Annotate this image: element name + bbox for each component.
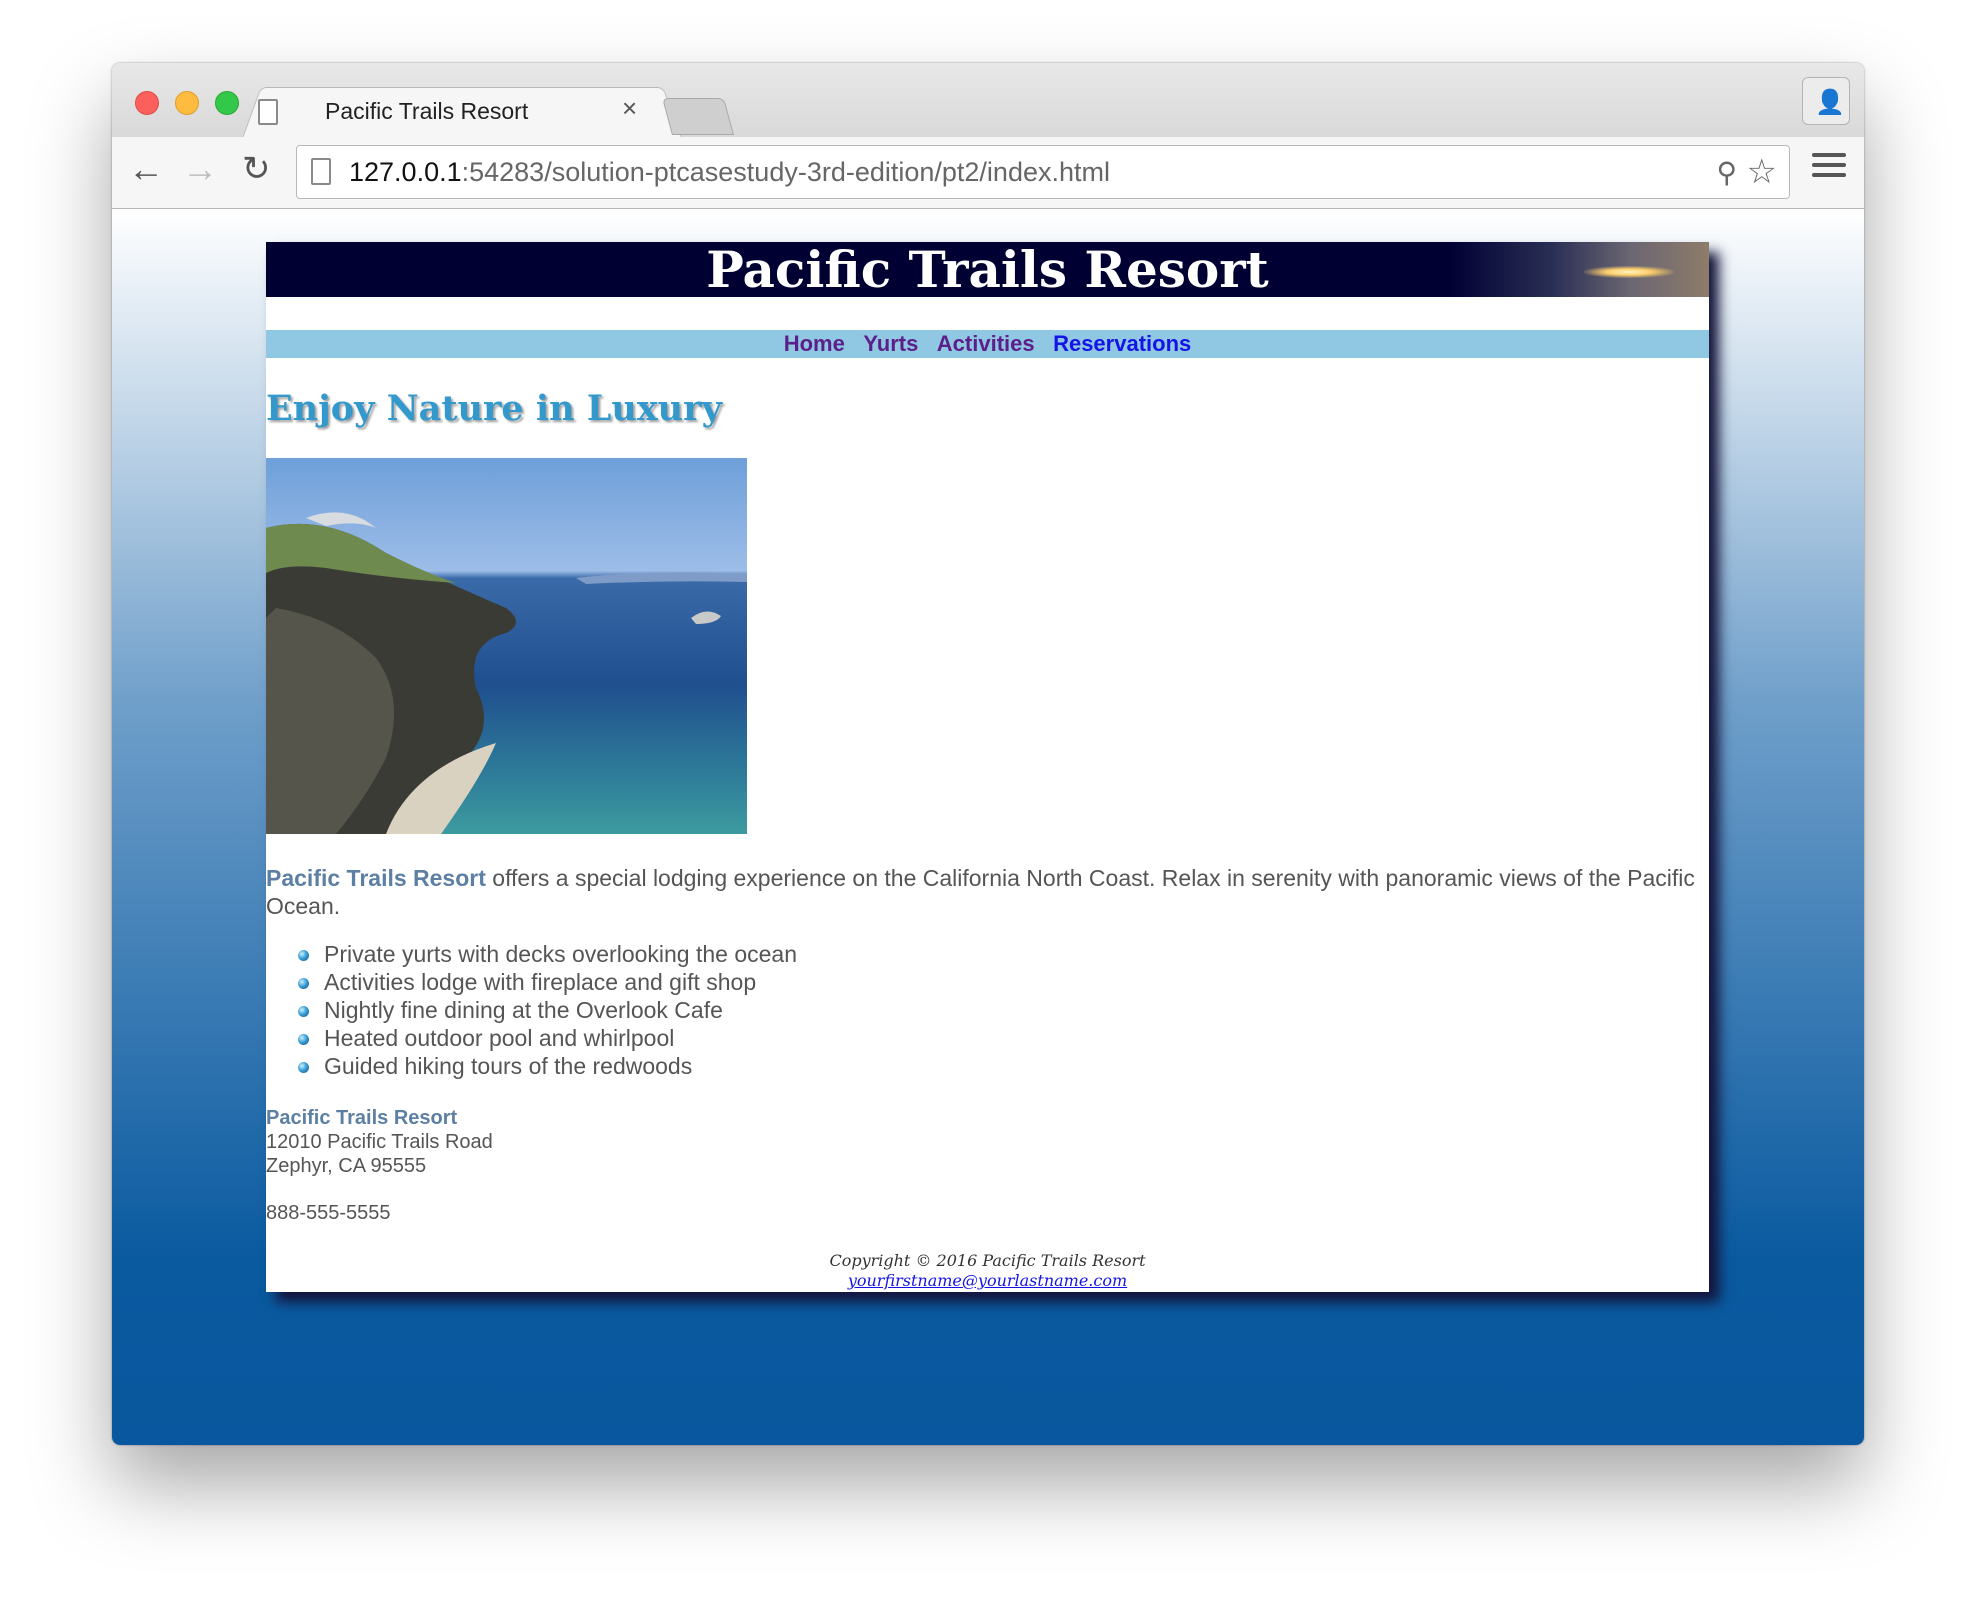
copyright-text: Copyright © 2016 Pacific Trails Resort: [829, 1251, 1146, 1270]
list-item: Guided hiking tours of the redwoods: [298, 1052, 1709, 1080]
coast-photo: [266, 458, 747, 834]
bookmark-star-icon[interactable]: ☆: [1747, 152, 1777, 192]
page-viewport: Pacific Trails Resort Home Yurts Activit…: [112, 209, 1864, 1445]
email-link[interactable]: yourfirstname@yourlastname.com: [848, 1271, 1127, 1290]
intro-paragraph: Pacific Trails Resort offers a special l…: [266, 864, 1709, 920]
intro-resort-name: Pacific Trails Resort: [266, 865, 486, 891]
address-line-1: 12010 Pacific Trails Road: [266, 1131, 493, 1153]
site-header: Pacific Trails Resort: [266, 242, 1709, 297]
bullet-icon: [298, 1062, 309, 1073]
page-wrapper: Pacific Trails Resort Home Yurts Activit…: [266, 242, 1709, 1292]
list-item: Nightly fine dining at the Overlook Cafe: [298, 996, 1709, 1024]
nav-link-activities[interactable]: Activities: [937, 331, 1035, 356]
bullet-icon: [298, 1006, 309, 1017]
browser-window: Pacific Trails Resort × 👤 ← → ↻ 127.0.0.…: [112, 63, 1864, 1445]
browser-toolbar: ← → ↻ 127.0.0.1:54283/solution-ptcasestu…: [112, 137, 1864, 209]
page-heading: Enjoy Nature in Luxury: [266, 388, 722, 429]
bullet-icon: [298, 978, 309, 989]
nav-link-reservations[interactable]: Reservations: [1053, 331, 1191, 356]
forward-arrow-icon[interactable]: →: [182, 151, 218, 187]
new-tab-button[interactable]: [662, 98, 734, 135]
contact-info: Pacific Trails Resort 12010 Pacific Trai…: [266, 1106, 1709, 1178]
site-title: Pacific Trails Resort: [706, 240, 1269, 299]
bullet-icon: [298, 1034, 309, 1045]
list-item: Heated outdoor pool and whirlpool: [298, 1024, 1709, 1052]
features-list: Private yurts with decks overlooking the…: [266, 940, 1709, 1080]
page-icon: [311, 158, 331, 185]
tab-title: Pacific Trails Resort: [325, 98, 529, 124]
tab-close-icon[interactable]: ×: [622, 95, 637, 121]
zoom-icon[interactable]: ⚲: [1716, 156, 1737, 189]
site-footer: Copyright © 2016 Pacific Trails Resort y…: [266, 1251, 1709, 1291]
nav-link-home[interactable]: Home: [784, 331, 845, 356]
bullet-icon: [298, 950, 309, 961]
tab-strip: Pacific Trails Resort × 👤: [112, 63, 1864, 139]
menu-icon[interactable]: [1812, 153, 1846, 183]
profile-button[interactable]: 👤: [1802, 77, 1850, 125]
back-arrow-icon[interactable]: ←: [128, 151, 164, 187]
main-nav: Home Yurts Activities Reservations: [266, 330, 1709, 358]
nav-link-yurts[interactable]: Yurts: [863, 331, 918, 356]
profile-icon: 👤: [1815, 89, 1845, 116]
address-line-2: Zephyr, CA 95555: [266, 1155, 427, 1177]
list-item: Private yurts with decks overlooking the…: [298, 940, 1709, 968]
minimize-window-button[interactable]: [175, 91, 199, 115]
page-icon: [258, 99, 278, 125]
zoom-window-button[interactable]: [215, 91, 239, 115]
phone-number: 888-555-5555: [266, 1202, 391, 1224]
contact-resort-name: Pacific Trails Resort: [266, 1107, 458, 1129]
reload-icon[interactable]: ↻: [242, 152, 271, 186]
close-window-button[interactable]: [135, 91, 159, 115]
list-item: Activities lodge with fireplace and gift…: [298, 968, 1709, 996]
url-text[interactable]: 127.0.0.1:54283/solution-ptcasestudy-3rd…: [349, 157, 1110, 188]
address-bar[interactable]: 127.0.0.1:54283/solution-ptcasestudy-3rd…: [296, 145, 1790, 199]
